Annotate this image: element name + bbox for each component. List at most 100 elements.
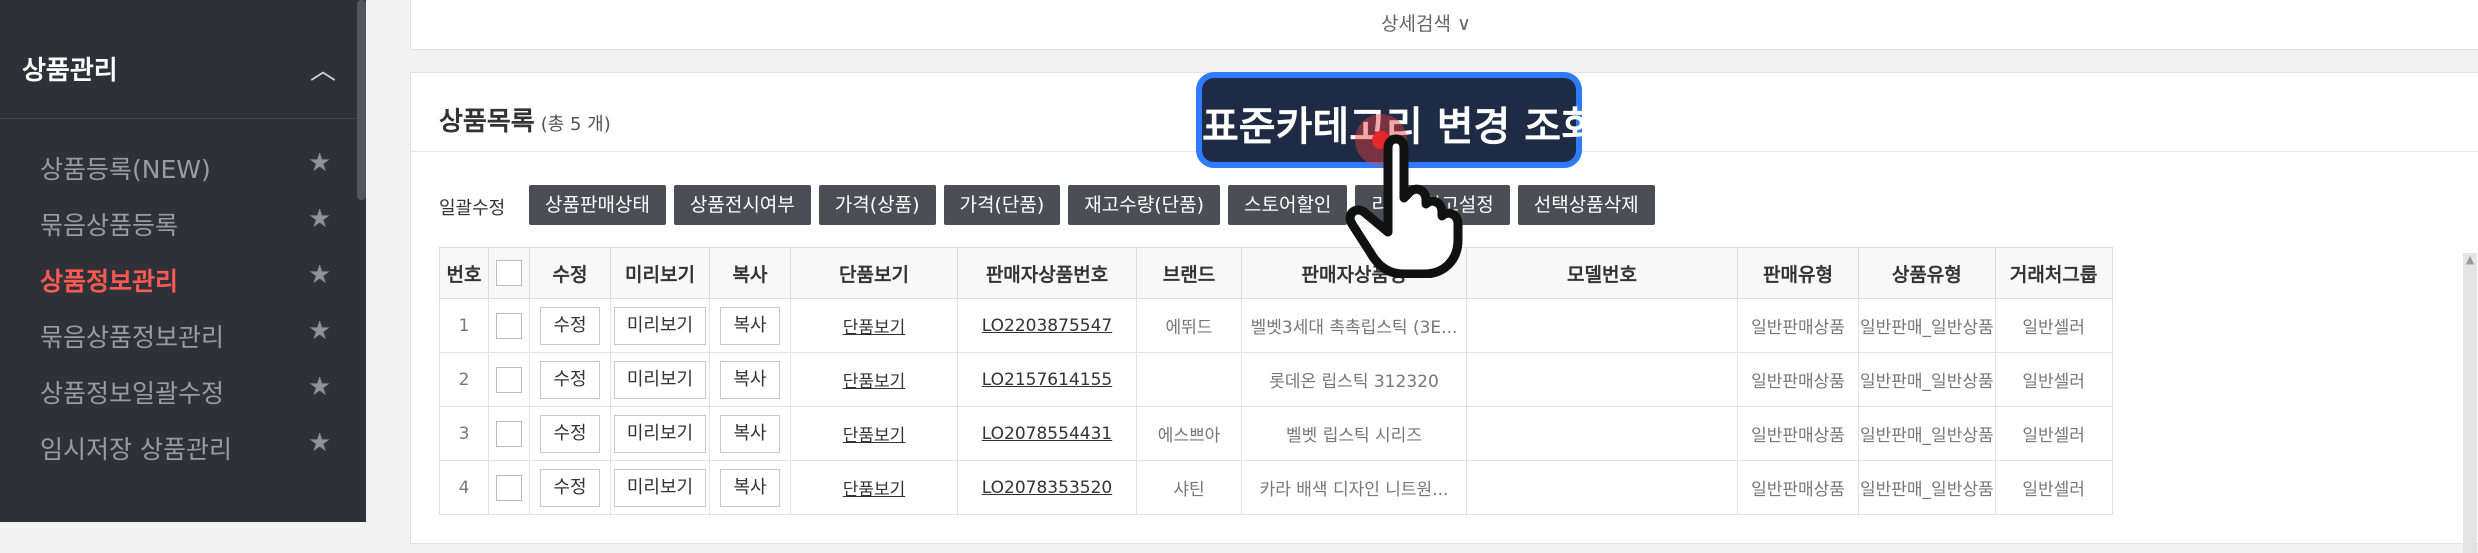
row-checkbox[interactable]	[496, 312, 522, 339]
detail-search-bar: 상세검색 ∨	[410, 0, 2478, 50]
scroll-up-icon[interactable]: ▲	[2463, 253, 2477, 273]
star-icon[interactable]: ★	[308, 372, 331, 402]
edit-button[interactable]: 수정	[540, 468, 600, 507]
single-item-view-link[interactable]: 단품보기	[843, 372, 906, 392]
table-row[interactable]: 2 수정 미리보기 복사 단품보기 LO2157614155 롯데온 립스틱 312320 일…	[439, 352, 2113, 407]
bulk-edit-button[interactable]: 스토어할인	[1228, 185, 1348, 225]
row-checkbox[interactable]	[496, 420, 522, 447]
copy-button[interactable]: 복사	[720, 306, 780, 345]
sale-type-cell: 일반판매상품	[1737, 352, 1859, 407]
sidebar-item-label: 묶음상품정보관리	[40, 323, 225, 352]
sidebar-item-label: 임시저장 상품관리	[40, 435, 232, 464]
brand-cell: 에스쁘아	[1136, 406, 1242, 461]
chevron-up-icon[interactable]: ︿	[310, 50, 336, 87]
single-item-view-link[interactable]: 단품보기	[843, 426, 906, 446]
edit-cell: 수정	[529, 460, 611, 515]
edit-cell: 수정	[529, 352, 611, 407]
single-item-view-link[interactable]: 단품보기	[843, 318, 906, 338]
product-type-cell: 일반판매_일반상품	[1858, 406, 1996, 461]
sidebar-item-label: 상품정보관리	[40, 267, 179, 296]
table-header-cell: 모델번호	[1466, 247, 1738, 299]
row-checkbox-cell[interactable]	[488, 460, 530, 515]
sidebar-item[interactable]: 상품등록(NEW) ★	[0, 136, 356, 196]
table-header-row: 번호 수정 미리보기 복사 단품보기 판매자상품번호 브랜드 판매자상품명 모델번호 판매유형 상품…	[439, 247, 2113, 299]
sidebar-item[interactable]: 상품정보관리 ★	[0, 248, 356, 308]
row-checkbox[interactable]	[496, 474, 522, 501]
preview-cell: 미리보기	[610, 298, 710, 353]
edit-button[interactable]: 수정	[540, 306, 600, 345]
view-cell: 단품보기	[790, 460, 958, 515]
list-title-text: 상품목록	[439, 107, 535, 137]
row-checkbox[interactable]	[496, 366, 522, 393]
row-number: 1	[439, 298, 489, 353]
star-icon[interactable]: ★	[308, 428, 331, 458]
view-cell: 단품보기	[790, 298, 958, 353]
table-row[interactable]: 3 수정 미리보기 복사 단품보기 LO2078554431 에스쁘아 벨벳 립스틱 시리즈 일…	[439, 406, 2113, 461]
table-header-cell: 번호	[439, 247, 489, 299]
bulk-edit-button[interactable]: 가격(단품)	[943, 185, 1061, 225]
vendor-group-cell: 일반셀러	[1994, 406, 2113, 461]
copy-button[interactable]: 복사	[720, 468, 780, 507]
copy-button[interactable]: 복사	[720, 360, 780, 399]
sidebar-scrollbar[interactable]	[357, 0, 366, 200]
brand-cell: 샤틴	[1136, 460, 1242, 515]
table-row[interactable]: 1 수정 미리보기 복사 단품보기 LO2203875547 에뛰드 벨벳3세대 촉촉립스틱 …	[439, 298, 2113, 353]
table-scrollbar[interactable]: ▲	[2463, 253, 2477, 553]
product-name-cell: 롯데온 립스틱 312320	[1241, 352, 1467, 407]
seller-product-code-link[interactable]: LO2203875547	[982, 316, 1112, 336]
bulk-edit-button[interactable]: 상품판매상태	[529, 185, 666, 225]
sidebar-item[interactable]: 묶음상품정보관리 ★	[0, 304, 356, 364]
table-header-cell: 수정	[529, 247, 611, 299]
table-header-cell: 브랜드	[1136, 247, 1242, 299]
seller-product-code-link[interactable]: LO2078554431	[982, 424, 1112, 444]
brand-cell: 에뛰드	[1136, 298, 1242, 353]
copy-button[interactable]: 복사	[720, 414, 780, 453]
preview-button[interactable]: 미리보기	[613, 468, 707, 507]
seller-product-code-cell: LO2078353520	[957, 460, 1137, 515]
star-icon[interactable]: ★	[308, 260, 331, 290]
preview-button[interactable]: 미리보기	[613, 360, 707, 399]
copy-cell: 복사	[709, 352, 791, 407]
sidebar-item[interactable]: 상품정보일괄수정 ★	[0, 360, 356, 420]
bulk-edit-button[interactable]: 선택상품삭제	[1517, 185, 1655, 225]
row-checkbox-cell[interactable]	[488, 406, 530, 461]
bulk-edit-button[interactable]: 재고수량(단품)	[1068, 185, 1220, 225]
sidebar-item-label: 상품등록(NEW)	[40, 155, 211, 184]
star-icon[interactable]: ★	[308, 316, 331, 346]
product-type-cell: 일반판매_일반상품	[1858, 298, 1996, 353]
preview-button[interactable]: 미리보기	[613, 414, 707, 453]
edit-button[interactable]: 수정	[540, 414, 600, 453]
table-header-cell[interactable]	[488, 247, 530, 299]
select-all-checkbox[interactable]	[496, 260, 522, 286]
sidebar-section-header[interactable]: 상품관리 ︿	[0, 30, 356, 106]
single-item-view-link[interactable]: 단품보기	[843, 480, 906, 500]
row-checkbox-cell[interactable]	[488, 352, 530, 407]
bulk-edit-button[interactable]: 가격(상품)	[818, 185, 936, 225]
bulk-edit-button[interactable]: 상품전시여부	[673, 185, 811, 225]
row-checkbox-cell[interactable]	[488, 298, 530, 353]
list-count: (총 5 개)	[540, 114, 611, 135]
seller-product-code-link[interactable]: LO2078353520	[982, 478, 1112, 498]
product-type-cell: 일반판매_일반상품	[1858, 460, 1996, 515]
bulk-edit-label: 일괄수정	[439, 198, 506, 219]
seller-product-code-link[interactable]: LO2157614155	[982, 370, 1112, 390]
sidebar: 상품관리 ︿ 상품등록(NEW) ★ 묶음상품등록 ★ 상품정보관리 ★ 묶음상품정보관리 ★…	[0, 0, 366, 522]
star-icon[interactable]: ★	[308, 148, 331, 178]
sidebar-item[interactable]: 임시저장 상품관리 ★	[0, 416, 356, 476]
table-row[interactable]: 4 수정 미리보기 복사 단품보기 LO2078353520 샤틴 카라 배색 디자인 니트원…	[439, 460, 2113, 515]
sidebar-section-title: 상품관리	[22, 56, 118, 86]
table-header-cell: 단품보기	[790, 247, 958, 299]
table-header-cell: 판매자상품번호	[957, 247, 1137, 299]
table-header-cell: 판매유형	[1737, 247, 1859, 299]
preview-cell: 미리보기	[610, 460, 710, 515]
detail-search-toggle[interactable]: 상세검색 ∨	[1381, 9, 1471, 36]
edit-button[interactable]: 수정	[540, 360, 600, 399]
preview-cell: 미리보기	[610, 352, 710, 407]
sale-type-cell: 일반판매상품	[1737, 460, 1859, 515]
row-number: 2	[439, 352, 489, 407]
sidebar-item[interactable]: 묶음상품등록 ★	[0, 192, 356, 252]
star-icon[interactable]: ★	[308, 204, 331, 234]
bulk-edit-buttons: 상품판매상태상품전시여부가격(상품)가격(단품)재고수량(단품)스토어할인리스팅…	[529, 185, 1655, 225]
preview-button[interactable]: 미리보기	[613, 306, 707, 345]
vendor-group-cell: 일반셀러	[1994, 460, 2113, 515]
